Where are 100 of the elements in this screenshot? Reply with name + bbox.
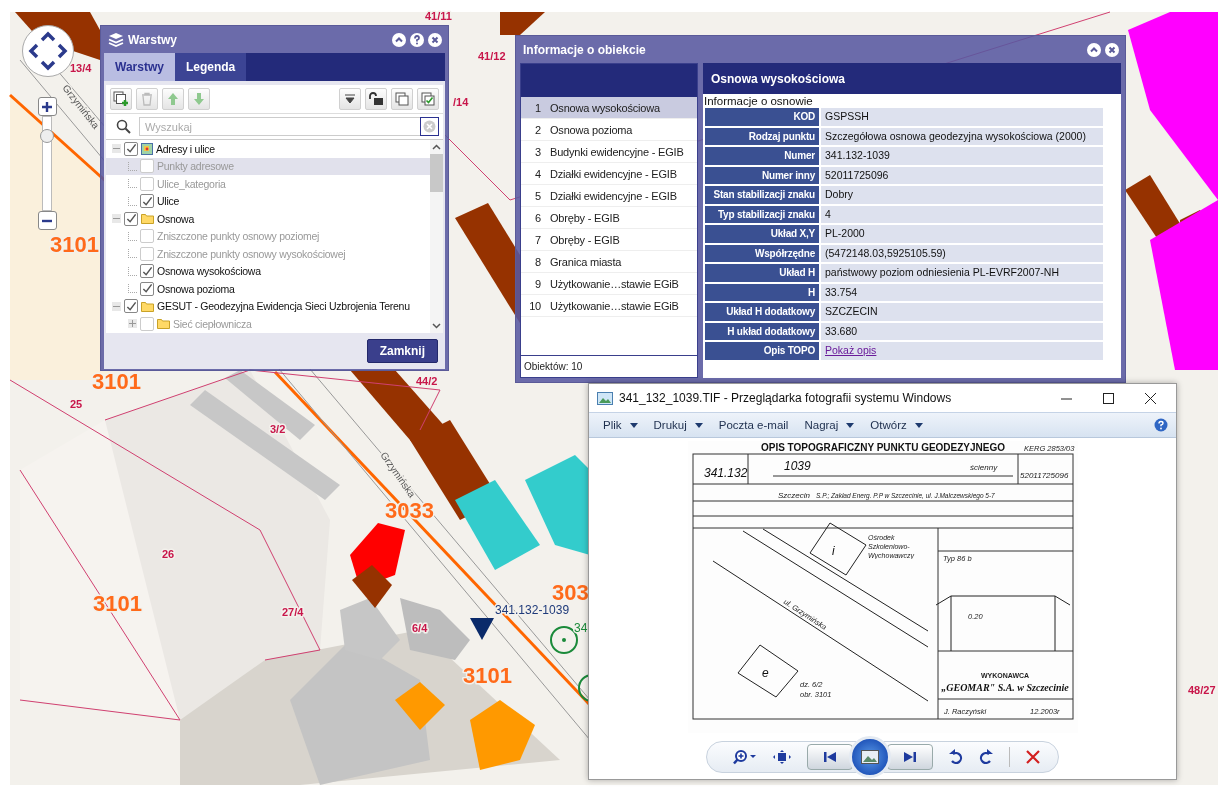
- attribute-value: 341.132-1039: [821, 147, 1103, 165]
- item-number: 5: [534, 189, 542, 202]
- object-list-item[interactable]: 10 Użytkowanie…stawie EGiB: [521, 295, 697, 317]
- attribute-value: Szczegółowa osnowa geodezyjna wysokościowa (2000): [821, 127, 1103, 145]
- object-list-item[interactable]: 4 Działki ewidencyjne - EGIB: [521, 163, 697, 185]
- expand-icon[interactable]: [128, 319, 137, 329]
- layer-checkbox[interactable]: [140, 159, 154, 174]
- menu-item[interactable]: Plik: [597, 419, 644, 431]
- catalog-number: 52011725096: [1019, 471, 1068, 480]
- object-list-item[interactable]: 3 Budynki ewidencyjne - EGIB: [521, 141, 697, 163]
- collapse-icon[interactable]: [112, 301, 121, 311]
- collapse-icon[interactable]: [1087, 42, 1101, 57]
- fit-to-window-icon[interactable]: [773, 750, 791, 764]
- add-layer-icon[interactable]: [110, 88, 132, 110]
- object-name: Osnowa pozioma: [550, 123, 633, 136]
- attribute-name: Rodzaj punktu: [705, 127, 819, 145]
- layer-row[interactable]: Osnowa pozioma: [106, 280, 430, 298]
- object-list-item[interactable]: 1 Osnowa wysokościowa: [521, 97, 697, 119]
- menu-item[interactable]: Nagraj: [798, 419, 861, 431]
- caret-icon: [694, 422, 703, 428]
- building-shape: [470, 700, 535, 770]
- menu-item[interactable]: Drukuj: [647, 419, 709, 431]
- precinct-number: 3101: [50, 232, 99, 257]
- collapse-icon[interactable]: [112, 144, 121, 154]
- filter-icon[interactable]: [339, 88, 361, 110]
- layer-row[interactable]: Osnowa wysokościowa: [106, 262, 430, 280]
- menu-item[interactable]: Poczta e-mail: [712, 419, 795, 431]
- window-title: 341_132_1039.TIF - Przeglądarka fotografii systemu Windows: [619, 391, 952, 405]
- layer-checkbox[interactable]: [140, 264, 154, 279]
- city: Szczecin: [777, 491, 810, 500]
- item-number: 10: [528, 299, 542, 312]
- layer-row[interactable]: Ulice: [106, 192, 430, 210]
- caret-icon: [629, 422, 638, 428]
- parcel-number: 3/2: [270, 423, 286, 435]
- layer-row[interactable]: Adresy i ulice: [106, 140, 430, 158]
- copy-icon[interactable]: [391, 88, 413, 110]
- parcel-number: 44/2: [416, 375, 438, 387]
- show-description-link[interactable]: Pokaż opis: [825, 344, 877, 358]
- slideshow-icon[interactable]: [849, 736, 891, 778]
- scroll-down-icon[interactable]: [432, 323, 441, 329]
- close-icon[interactable]: [1105, 42, 1119, 57]
- object-count: Obiektów: 10: [521, 355, 697, 377]
- scrollbar-thumb[interactable]: [430, 154, 443, 192]
- unlock-icon[interactable]: [365, 88, 387, 110]
- layer-checkbox[interactable]: [140, 176, 154, 191]
- menu-item[interactable]: Otwórz: [864, 419, 929, 431]
- precinct-number: 303: [552, 580, 589, 605]
- detail-title: Osnowa wysokościowa: [703, 63, 1121, 94]
- tab[interactable]: Legenda: [174, 53, 247, 81]
- object-list-item[interactable]: 5 Działki ewidencyjne - EGIB: [521, 185, 697, 207]
- folder-icon: [157, 318, 170, 330]
- contractor-name: „GEOMAR" S.A. w Szczecinie: [940, 682, 1069, 693]
- attribute-value: 4: [821, 205, 1103, 223]
- object-list-item[interactable]: 6 Obręby - EGIB: [521, 207, 697, 229]
- layer-checkbox[interactable]: [140, 246, 154, 261]
- help-icon[interactable]: [410, 32, 424, 47]
- object-name: Użytkowanie…stawie EGiB: [550, 299, 679, 312]
- layer-checkbox[interactable]: [140, 229, 154, 244]
- object-list-item[interactable]: 7 Obręby - EGIB: [521, 229, 697, 251]
- layer-name: Osnowa: [157, 212, 195, 225]
- object-list-item[interactable]: 9 Użytkowanie…stawie EGiB: [521, 273, 697, 295]
- zoom-icon[interactable]: [733, 749, 757, 765]
- layer-checkbox[interactable]: [124, 211, 138, 226]
- item-number: 6: [534, 211, 542, 224]
- delete-icon[interactable]: [1026, 750, 1040, 764]
- object-name: Osnowa wysokościowa: [550, 101, 660, 114]
- collapse-icon[interactable]: [112, 214, 121, 224]
- object-list-item[interactable]: 8 Granica miasta: [521, 251, 697, 273]
- help-icon[interactable]: [1154, 418, 1168, 432]
- layer-checkbox[interactable]: [140, 316, 154, 331]
- layer-name: Ulice_kategoria: [157, 177, 226, 190]
- scroll-up-icon[interactable]: [432, 144, 441, 150]
- object-list-item[interactable]: 2 Osnowa pozioma: [521, 119, 697, 141]
- attribute-name: Układ H: [705, 264, 819, 282]
- item-number: 7: [534, 233, 542, 246]
- caret-icon: [914, 422, 923, 428]
- scrollbar[interactable]: [430, 140, 443, 333]
- attribute-name: Numer inny: [705, 166, 819, 184]
- search-field[interactable]: Wyszukaj: [139, 117, 421, 136]
- next-icon[interactable]: [887, 744, 933, 770]
- search-icon: [116, 119, 131, 134]
- section-number: 341.132: [703, 466, 747, 480]
- close-button[interactable]: Zamknij: [366, 339, 438, 363]
- layer-checkbox[interactable]: [124, 141, 138, 156]
- precinct-number: 3101: [463, 663, 512, 688]
- layer-checkbox[interactable]: [140, 194, 154, 209]
- rotate-left-icon[interactable]: [949, 749, 963, 765]
- close-icon[interactable]: [428, 32, 442, 47]
- select-all-icon[interactable]: [417, 88, 439, 110]
- tab[interactable]: Warstwy: [104, 53, 175, 81]
- collapse-icon[interactable]: [392, 32, 406, 47]
- previous-icon[interactable]: [807, 744, 853, 770]
- attribute-name: Typ stabilizacji znaku: [705, 205, 819, 223]
- attribute-value: PL-2000: [821, 225, 1103, 243]
- layer-row[interactable]: GESUT - Geodezyjna Ewidencja Sieci Uzbrojenia Terenu: [106, 297, 430, 315]
- layer-checkbox[interactable]: [140, 281, 154, 296]
- parcel-number: 41/12: [478, 50, 506, 62]
- layer-row[interactable]: Osnowa: [106, 210, 430, 228]
- rotate-right-icon[interactable]: [979, 749, 993, 765]
- layer-checkbox[interactable]: [124, 299, 138, 314]
